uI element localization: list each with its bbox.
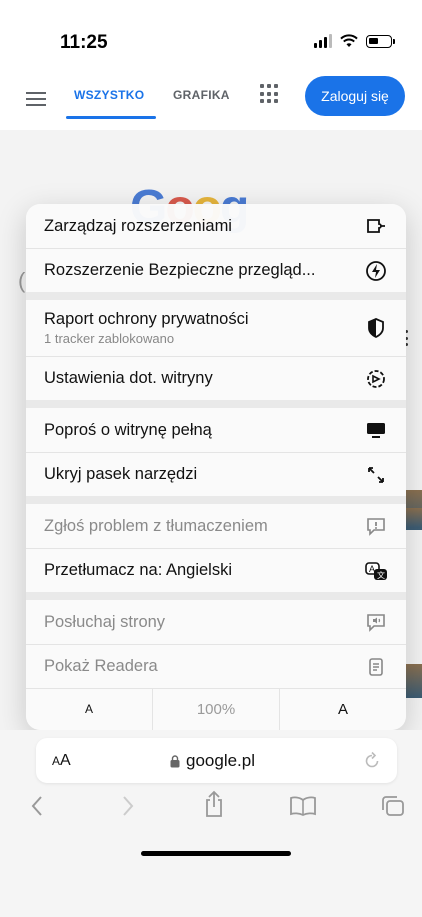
search-box-edge: ( bbox=[18, 268, 26, 293]
aa-large-label: A bbox=[60, 752, 71, 769]
menu-item-sublabel: 1 tracker zablokowano bbox=[44, 331, 175, 346]
tab-images[interactable]: GRAFIKA bbox=[173, 88, 230, 102]
site-settings-icon bbox=[364, 367, 388, 391]
signal-icon bbox=[314, 34, 332, 48]
edge-thumbnail bbox=[406, 664, 422, 698]
menu-item-request-desktop[interactable]: Poproś o witrynę pełną bbox=[26, 408, 406, 452]
menu-item-label: Zgłoś problem z tłumaczeniem bbox=[44, 516, 268, 535]
aa-small-label: A bbox=[52, 754, 61, 768]
home-indicator bbox=[141, 851, 291, 856]
tab-active-indicator bbox=[66, 116, 156, 119]
menu-item-report-translation[interactable]: Zgłoś problem z tłumaczeniem bbox=[26, 504, 406, 548]
zoom-decrease-button[interactable]: A bbox=[26, 688, 153, 730]
page-menu: Zarządzaj rozszerzeniami Rozszerzenie Be… bbox=[26, 204, 406, 730]
menu-item-safe-browsing[interactable]: Rozszerzenie Bezpieczne przegląd... bbox=[26, 249, 406, 292]
share-icon[interactable] bbox=[203, 790, 225, 818]
url-text: google.pl bbox=[186, 751, 256, 770]
login-button[interactable]: Zaloguj się bbox=[305, 76, 405, 116]
menu-item-manage-extensions[interactable]: Zarządzaj rozszerzeniami bbox=[26, 204, 406, 248]
menu-item-label: Zarządzaj rozszerzeniami bbox=[44, 216, 232, 235]
wifi-icon bbox=[340, 34, 358, 47]
menu-item-hide-toolbar[interactable]: Ukryj pasek narzędzi bbox=[26, 453, 406, 496]
menu-item-translate[interactable]: Przetłumacz na: Angielski A文 bbox=[26, 549, 406, 592]
forward-icon[interactable] bbox=[121, 794, 135, 818]
zoom-controls: A 100% A bbox=[26, 688, 406, 730]
reader-icon bbox=[364, 655, 388, 679]
svg-text:文: 文 bbox=[377, 570, 385, 580]
desktop-icon bbox=[364, 418, 388, 442]
apps-grid-icon[interactable] bbox=[260, 84, 280, 104]
google-header: WSZYSTKO GRAFIKA Zaloguj się bbox=[0, 70, 422, 130]
menu-item-label: Raport ochrony prywatności bbox=[44, 310, 249, 328]
reload-icon[interactable] bbox=[363, 750, 381, 770]
clock: 11:25 bbox=[60, 32, 108, 53]
tab-all[interactable]: WSZYSTKO bbox=[74, 88, 144, 102]
bolt-circle-icon bbox=[364, 259, 388, 283]
collapse-arrows-icon bbox=[364, 463, 388, 487]
battery-icon bbox=[366, 34, 395, 48]
browser-toolbar bbox=[0, 790, 422, 830]
menu-item-label: Ustawienia dot. witryny bbox=[44, 369, 213, 387]
menu-item-label: Poproś o witrynę pełną bbox=[44, 420, 212, 439]
menu-item-label: Posłuchaj strony bbox=[44, 612, 166, 631]
lock-icon bbox=[170, 754, 180, 767]
menu-item-privacy-report[interactable]: Raport ochrony prywatności 1 tracker zab… bbox=[26, 300, 406, 356]
menu-item-label: Ukryj pasek narzędzi bbox=[44, 465, 198, 483]
menu-item-listen-page[interactable]: Posłuchaj strony bbox=[26, 600, 406, 644]
tabs-icon[interactable] bbox=[380, 794, 406, 818]
zoom-increase-button[interactable]: A bbox=[280, 688, 406, 730]
speaker-bubble-icon bbox=[364, 610, 388, 634]
menu-item-show-reader[interactable]: Pokaż Readera bbox=[26, 645, 406, 688]
menu-item-label: Rozszerzenie Bezpieczne przegląd... bbox=[44, 261, 316, 279]
url-display[interactable]: google.pl bbox=[170, 751, 255, 771]
status-bar: 11:25 bbox=[0, 0, 422, 70]
bookmarks-icon[interactable] bbox=[289, 796, 317, 816]
menu-item-site-settings[interactable]: Ustawienia dot. witryny bbox=[26, 357, 406, 400]
menu-item-label: Przetłumacz na: Angielski bbox=[44, 561, 233, 579]
edge-thumbnail bbox=[406, 508, 422, 528]
hamburger-menu-icon[interactable] bbox=[26, 92, 46, 106]
extension-icon bbox=[364, 214, 388, 238]
zoom-level[interactable]: 100% bbox=[153, 688, 280, 730]
report-bubble-icon bbox=[364, 514, 388, 538]
back-icon[interactable] bbox=[30, 794, 44, 818]
menu-item-label: Pokaż Readera bbox=[44, 657, 158, 675]
page-settings-button[interactable]: AA bbox=[52, 752, 71, 770]
status-icons bbox=[314, 34, 395, 48]
translate-icon: A文 bbox=[364, 559, 388, 583]
shield-half-icon bbox=[364, 316, 388, 340]
